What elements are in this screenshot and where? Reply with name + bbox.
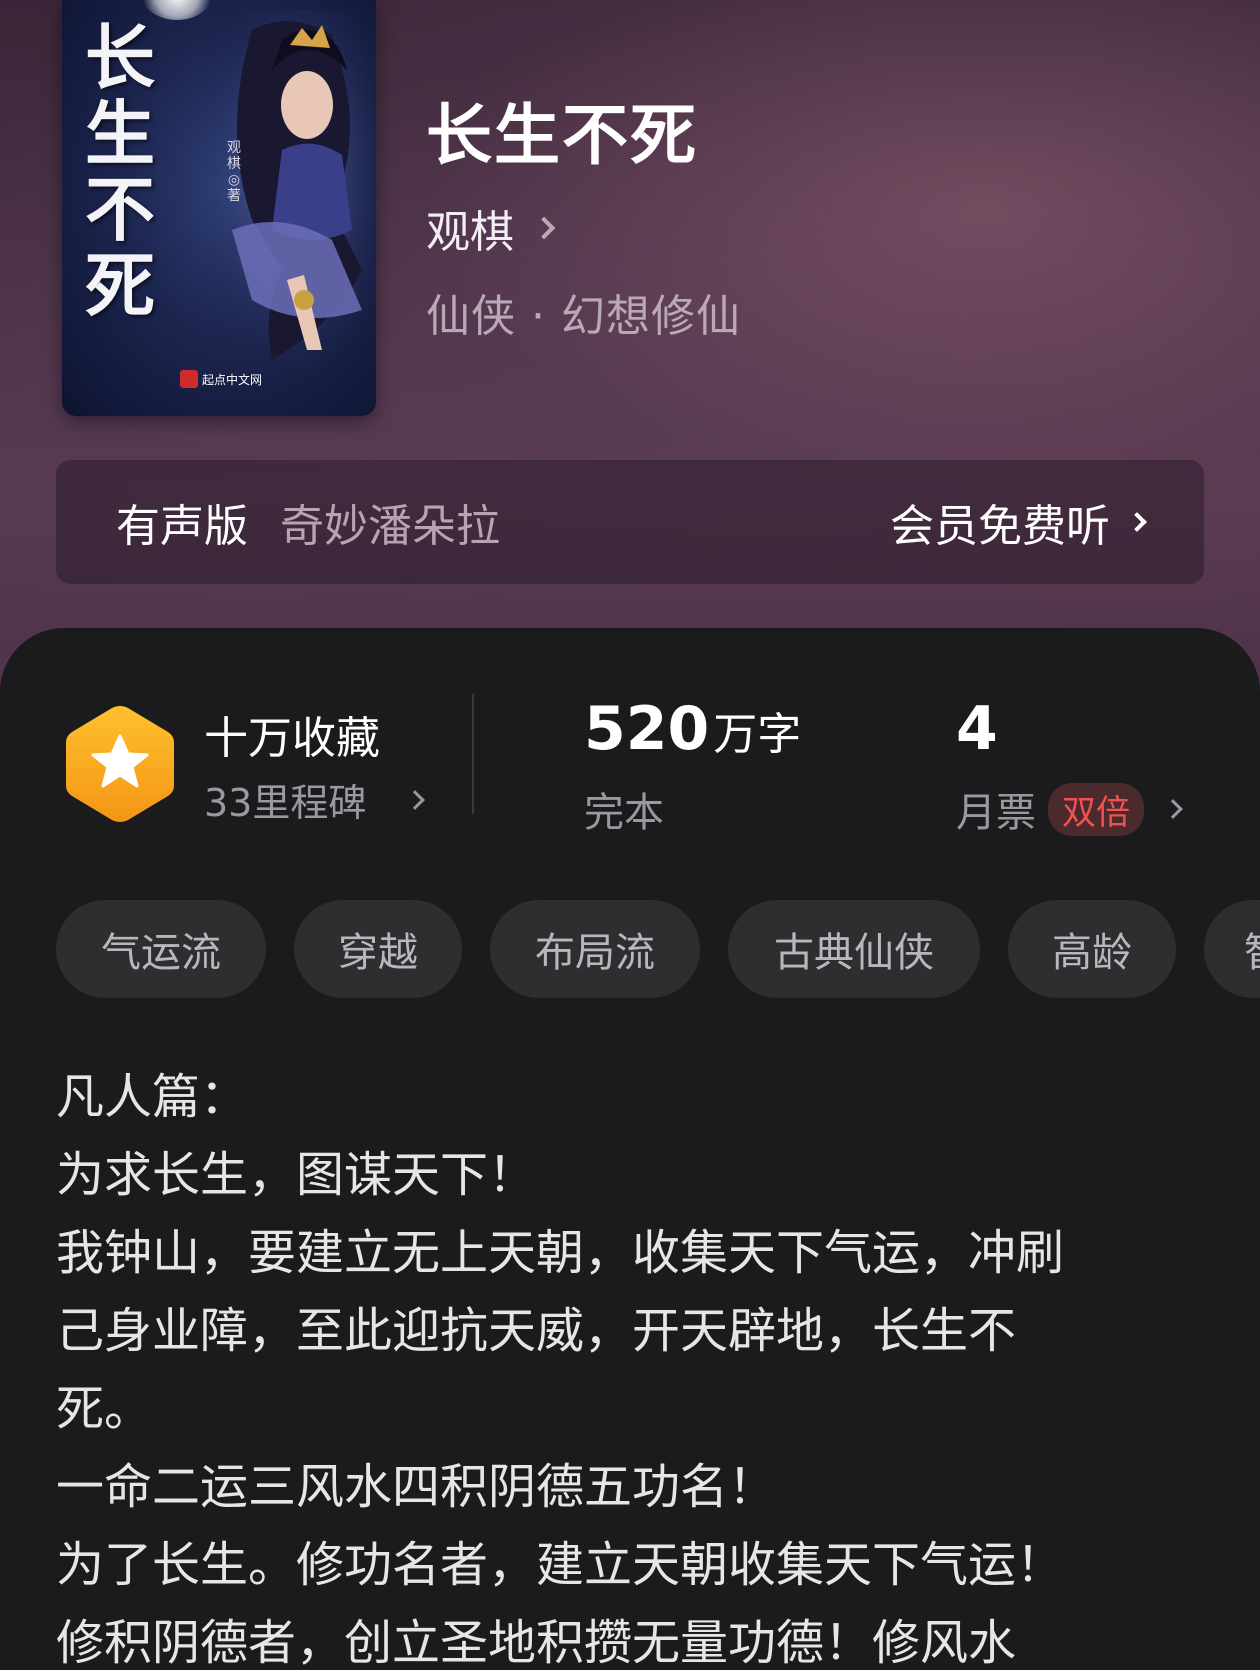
description-line: 修积阴德者，创立圣地积攒无量功德！修风水 bbox=[56, 1615, 1017, 1670]
tag-chip[interactable]: 穿越 bbox=[294, 900, 462, 998]
tag-chip[interactable]: 布局流 bbox=[490, 900, 700, 998]
audio-label: 有声版 bbox=[116, 501, 248, 552]
cover-publisher: 起点中文网 bbox=[180, 368, 262, 390]
stats-divider bbox=[472, 694, 474, 814]
member-free-listen-button[interactable]: 会员免费听 bbox=[890, 490, 1147, 554]
author-link[interactable]: 观棋 bbox=[426, 196, 556, 260]
monthly-ticket-count: 4 bbox=[956, 694, 998, 764]
description-line: 死。 bbox=[56, 1381, 153, 1437]
word-count: 520 万字 bbox=[584, 694, 801, 764]
audio-version-bar[interactable]: 有声版 奇妙潘朵拉 会员免费听 bbox=[56, 460, 1204, 584]
description-line: 为求长生，图谋天下！ bbox=[56, 1147, 537, 1203]
monthly-ticket-label: 月票 bbox=[956, 790, 1036, 836]
description-line: 一命二运三风水四积阴德五功名！ bbox=[56, 1459, 777, 1515]
milestone-label: 33里程碑 bbox=[204, 781, 367, 825]
book-cover[interactable]: 长生不死 观棋 ◎ 著 起点中文网 bbox=[62, 0, 376, 416]
word-count-number: 520 bbox=[584, 694, 710, 764]
description-line: 我钟山，要建立无上天朝，收集天下气运，冲刷 bbox=[56, 1225, 1065, 1281]
chevron-right-icon bbox=[1163, 799, 1183, 819]
favorites-star-icon bbox=[66, 706, 174, 822]
description-line: 为了长生。修功名者，建立天朝收集天下气运！ bbox=[56, 1537, 1065, 1593]
cover-author: 观棋 ◎ 著 bbox=[227, 140, 241, 204]
cover-title: 长生不死 bbox=[85, 16, 155, 327]
audio-narrator: 奇妙潘朵拉 bbox=[280, 501, 500, 552]
tag-chip[interactable]: 气运流 bbox=[56, 900, 266, 998]
completion-status: 完本 bbox=[584, 790, 664, 836]
word-count-unit: 万字 bbox=[713, 709, 802, 760]
description-line: 己身业障，至此迎抗天威，开天辟地，长生不 bbox=[56, 1303, 1017, 1359]
book-category: 仙侠 · 幻想修仙 bbox=[426, 291, 741, 342]
publisher-logo-icon bbox=[180, 370, 198, 388]
tag-chip[interactable]: 古典仙侠 bbox=[728, 900, 980, 998]
author-name: 观棋 bbox=[426, 207, 514, 258]
chevron-right-icon bbox=[1127, 512, 1147, 532]
tag-list: 气运流 穿越 布局流 古典仙侠 高龄 智 bbox=[56, 900, 1260, 1000]
book-title: 长生不死 bbox=[426, 96, 698, 174]
monthly-ticket-link[interactable]: 月票 双倍 bbox=[956, 780, 1183, 838]
member-free-listen-label: 会员免费听 bbox=[890, 501, 1110, 552]
tag-chip[interactable]: 智 bbox=[1204, 900, 1260, 998]
favorites-title: 十万收藏 bbox=[204, 713, 380, 764]
tag-chip[interactable]: 高龄 bbox=[1008, 900, 1176, 998]
chevron-right-icon bbox=[405, 789, 426, 810]
publisher-name: 起点中文网 bbox=[202, 372, 263, 387]
chevron-right-icon bbox=[532, 216, 556, 240]
milestone-link[interactable]: 33里程碑 bbox=[204, 772, 426, 827]
double-ticket-badge: 双倍 bbox=[1048, 782, 1144, 836]
book-description[interactable]: 凡人篇： 为求长生，图谋天下！ 我钟山，要建立无上天朝，收集天下气运，冲刷 己身… bbox=[56, 1058, 1206, 1670]
description-line: 凡人篇： bbox=[56, 1069, 249, 1125]
